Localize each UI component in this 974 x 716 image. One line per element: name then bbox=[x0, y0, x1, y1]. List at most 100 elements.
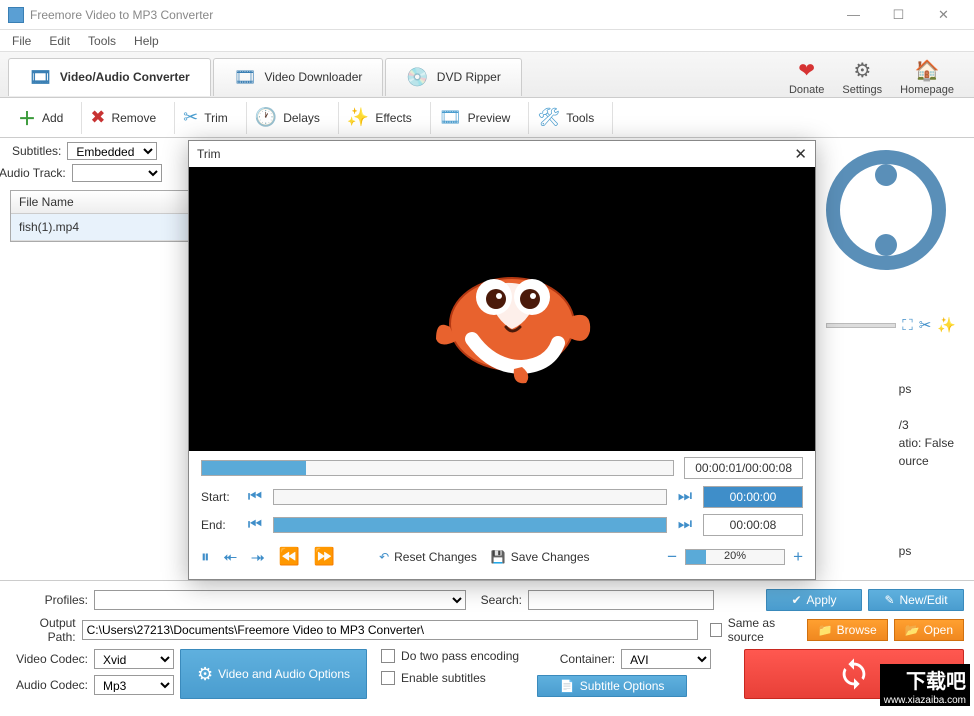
output-label: Output Path: bbox=[10, 616, 76, 644]
audiotrack-label: Audio Track: bbox=[0, 166, 66, 180]
start-track[interactable] bbox=[273, 489, 667, 505]
end-skip-prev-icon[interactable]: ⏮ bbox=[245, 516, 265, 534]
reel-small-icon: ⚙ bbox=[197, 664, 213, 685]
dialog-close-button[interactable]: ✕ bbox=[794, 145, 807, 163]
newedit-button[interactable]: ✎New/Edit bbox=[868, 589, 964, 611]
same-source-checkbox[interactable] bbox=[710, 623, 722, 637]
delays-button[interactable]: 🕐Delays bbox=[247, 102, 339, 134]
progress-track[interactable] bbox=[201, 460, 674, 476]
titlebar: Freemore Video to MP3 Converter — ☐ ✕ bbox=[0, 0, 974, 30]
tab-dvd-ripper[interactable]: 💿 DVD Ripper bbox=[385, 58, 521, 96]
twopass-checkbox[interactable] bbox=[381, 649, 395, 663]
profiles-label: Profiles: bbox=[10, 593, 88, 607]
info-line: /3 bbox=[899, 416, 954, 434]
container-select[interactable]: AVI bbox=[621, 649, 711, 669]
menu-file[interactable]: File bbox=[4, 32, 39, 50]
start-time-input[interactable]: 00:00:00 bbox=[703, 486, 803, 508]
menu-help[interactable]: Help bbox=[126, 32, 167, 50]
settings-button[interactable]: ⚙ Settings bbox=[842, 58, 882, 96]
video-preview bbox=[189, 167, 815, 451]
scissors-icon: ✂ bbox=[183, 107, 198, 128]
info-line: ps bbox=[899, 542, 954, 560]
frame-prev-button[interactable]: ⯬ bbox=[224, 547, 238, 567]
tools-icon: 🛠 bbox=[537, 107, 560, 128]
vcodec-select[interactable]: Xvid bbox=[94, 649, 174, 669]
apply-button[interactable]: ✔Apply bbox=[766, 589, 862, 611]
trim-button[interactable]: ✂Trim bbox=[175, 102, 247, 134]
cut-icon[interactable]: ✂ bbox=[919, 316, 932, 334]
frame-next-button[interactable]: ⯮ bbox=[251, 547, 265, 567]
minimize-button[interactable]: — bbox=[831, 1, 876, 29]
remove-button[interactable]: ✖Remove bbox=[82, 102, 175, 134]
menu-edit[interactable]: Edit bbox=[41, 32, 78, 50]
subtitles-select[interactable]: Embedded bbox=[67, 142, 157, 160]
reel-icon bbox=[826, 150, 946, 270]
output-path-input[interactable] bbox=[82, 620, 698, 640]
mini-slider[interactable] bbox=[826, 323, 896, 328]
zoom-out-button[interactable]: − bbox=[667, 547, 677, 567]
menu-tools[interactable]: Tools bbox=[80, 32, 124, 50]
edit-icon: ✎ bbox=[884, 593, 894, 607]
watermark-url: www.xiazaiba.com bbox=[880, 695, 970, 706]
dialog-titlebar: Trim ✕ bbox=[189, 141, 815, 167]
va-options-button[interactable]: ⚙ Video and Audio Options bbox=[180, 649, 367, 699]
donate-button[interactable]: ❤ Donate bbox=[789, 58, 824, 96]
open-button[interactable]: 📂Open bbox=[894, 619, 964, 641]
pause-button[interactable]: ⏸ bbox=[201, 547, 210, 567]
close-button[interactable]: ✕ bbox=[921, 1, 966, 29]
start-skip-next-icon[interactable]: ⏭ bbox=[675, 488, 695, 506]
tab-label: DVD Ripper bbox=[437, 70, 501, 84]
container-label: Container: bbox=[537, 652, 615, 666]
acodec-select[interactable]: Mp3 bbox=[94, 675, 174, 695]
zoom-value: 20% bbox=[724, 550, 746, 562]
rewind-button[interactable]: ⏪ bbox=[279, 547, 300, 567]
settings-label: Settings bbox=[842, 84, 882, 96]
tab-label: Video/Audio Converter bbox=[60, 70, 190, 84]
subtitle-options-button[interactable]: 📄Subtitle Options bbox=[537, 675, 687, 697]
audiotrack-select[interactable] bbox=[72, 164, 162, 182]
tab-label: Video Downloader bbox=[265, 70, 363, 84]
add-button[interactable]: ＋Add bbox=[10, 102, 82, 134]
tools-button[interactable]: 🛠 Tools bbox=[529, 102, 613, 134]
info-panel: ps /3 atio: False ource ps bbox=[899, 380, 954, 560]
trim-dialog: Trim ✕ 00:00:01/00:00:08 Start: ⏮ ⏭ 00:0 bbox=[188, 140, 816, 580]
save-button[interactable]: 💾Save Changes bbox=[491, 550, 590, 564]
download-icon: 🎞 bbox=[234, 67, 257, 88]
apply-label: Apply bbox=[807, 593, 837, 607]
end-track[interactable] bbox=[273, 517, 667, 533]
end-skip-next-icon[interactable]: ⏭ bbox=[675, 516, 695, 534]
maximize-button[interactable]: ☐ bbox=[876, 1, 921, 29]
save-icon: 💾 bbox=[491, 550, 506, 564]
forward-button[interactable]: ⏩ bbox=[314, 547, 335, 567]
magic-icon[interactable]: ✨ bbox=[937, 316, 956, 334]
zoom-in-button[interactable]: + bbox=[793, 547, 803, 567]
end-time-input[interactable]: 00:00:08 bbox=[703, 514, 803, 536]
homepage-button[interactable]: 🏠 Homepage bbox=[900, 58, 954, 96]
subtitle-options-label: Subtitle Options bbox=[580, 679, 665, 693]
disc-icon: 💿 bbox=[406, 67, 428, 88]
start-skip-prev-icon[interactable]: ⏮ bbox=[245, 488, 265, 506]
effects-button[interactable]: ✨Effects bbox=[339, 102, 431, 134]
profiles-select[interactable] bbox=[94, 590, 466, 610]
start-label: Start: bbox=[201, 490, 237, 504]
menubar: File Edit Tools Help bbox=[0, 30, 974, 52]
home-icon: 🏠 bbox=[915, 58, 940, 83]
reset-button[interactable]: ↶Reset Changes bbox=[379, 550, 477, 564]
acodec-label: Audio Codec: bbox=[10, 678, 88, 692]
tools-label: Tools bbox=[566, 111, 594, 125]
search-input[interactable] bbox=[528, 590, 714, 610]
preview-button[interactable]: 🎞Preview bbox=[431, 102, 530, 134]
zoom-track[interactable]: 20% bbox=[685, 549, 785, 565]
browse-button[interactable]: 📁Browse bbox=[807, 619, 888, 641]
subtitles-label: Subtitles: bbox=[12, 144, 61, 158]
folder-open-icon: 📂 bbox=[905, 623, 920, 637]
expand-icon[interactable]: ⛶ bbox=[902, 317, 913, 334]
va-options-label: Video and Audio Options bbox=[218, 667, 350, 681]
dialog-title: Trim bbox=[197, 147, 221, 161]
subtitles-checkbox[interactable] bbox=[381, 671, 395, 685]
tab-downloader[interactable]: 🎞 Video Downloader bbox=[213, 58, 384, 96]
tab-converter[interactable]: 🎞 Video/Audio Converter bbox=[8, 58, 211, 96]
window-title: Freemore Video to MP3 Converter bbox=[30, 8, 831, 22]
donate-label: Donate bbox=[789, 84, 824, 96]
add-label: Add bbox=[42, 111, 63, 125]
